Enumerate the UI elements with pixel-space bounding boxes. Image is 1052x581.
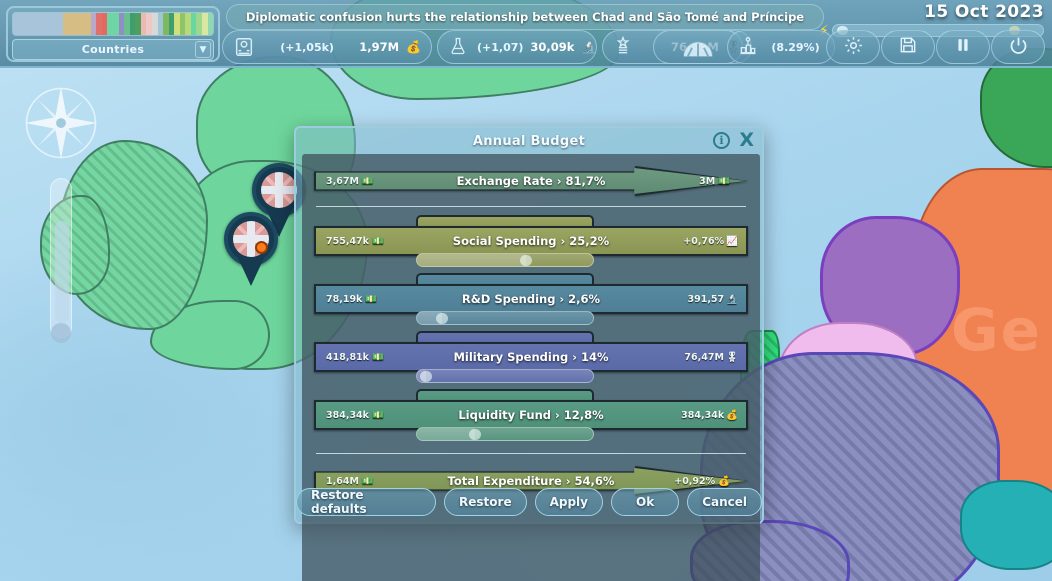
cancel-button[interactable]: Cancel — [687, 488, 762, 516]
thermometer-icon[interactable] — [50, 178, 72, 338]
country-selector[interactable]: Countries ▼ — [6, 6, 220, 62]
country-color-segment — [13, 13, 30, 35]
stat-industry-delta: (8.29%) — [767, 41, 824, 54]
stat-research[interactable]: (+1,07) 30,09k 🔬 — [437, 30, 597, 64]
dialog-title: Annual Budget — [296, 128, 762, 154]
floppy-disk-icon — [898, 35, 918, 59]
row-slider[interactable] — [416, 253, 594, 267]
money-icon: 💰 — [406, 40, 421, 54]
flask-icon — [448, 36, 470, 58]
row-label: R&D Spending › 2,6% — [316, 286, 746, 312]
country-dropdown[interactable]: Countries ▼ — [12, 39, 214, 60]
power-button[interactable] — [991, 30, 1045, 64]
row-label: Social Spending › 25,2% — [316, 228, 746, 254]
stat-population[interactable]: (+1,05k) 1,97M 💰 — [222, 30, 432, 64]
news-ticker[interactable]: Diplomatic confusion hurts the relations… — [226, 4, 824, 30]
apply-button[interactable]: Apply — [535, 488, 603, 516]
country-color-bar[interactable] — [12, 12, 214, 36]
united-kingdom-flag-icon — [261, 172, 297, 208]
budget-row-liquidity-fund[interactable]: 384,34k💵 Liquidity Fund › 12,8% 384,34k💰 — [316, 389, 746, 447]
medal-icon — [613, 36, 635, 58]
row-slider[interactable] — [416, 427, 594, 441]
gauge-icon — [681, 35, 715, 59]
chevron-down-icon[interactable]: ▼ — [195, 41, 211, 58]
row-label: Military Spending › 14% — [316, 344, 746, 370]
map-pin-uk-south[interactable] — [222, 212, 280, 286]
slider-knob[interactable] — [469, 429, 481, 440]
row-right-value: +0,76%📈 — [683, 228, 738, 254]
info-icon[interactable]: i — [713, 132, 730, 149]
stat-population-value: 1,97M — [359, 40, 399, 54]
row-right-value: 76,47M🎖 — [684, 344, 738, 370]
country-color-segment — [46, 13, 63, 35]
game-screen: Ge — [0, 0, 1052, 581]
trend-up-icon: 📈 — [726, 236, 738, 247]
pause-button[interactable] — [936, 30, 990, 64]
news-ticker-text: Diplomatic confusion hurts the relations… — [246, 10, 804, 24]
thermometer-fill — [55, 221, 69, 323]
research-icon: 🔬 — [581, 40, 596, 54]
exchange-label: Exchange Rate › 81,7% — [316, 174, 746, 188]
row-slider[interactable] — [416, 311, 594, 325]
settings-button[interactable] — [826, 30, 880, 64]
slider-knob[interactable] — [520, 255, 532, 266]
gear-icon — [843, 35, 864, 60]
total-label: Total Expenditure › 54,6% — [316, 474, 746, 488]
country-color-segment — [30, 13, 47, 35]
top-toolbar: Countries ▼ Diplomatic confusion hurts t… — [0, 0, 1052, 68]
dialog-body: 3,67M💵 Exchange Rate › 81,7% 3M💵 — [302, 154, 760, 581]
military-icon: 🎖 — [726, 352, 738, 363]
country-color-segment — [208, 13, 214, 35]
ok-button[interactable]: Ok — [611, 488, 679, 516]
pause-icon — [953, 35, 973, 59]
restore-button[interactable]: Restore — [444, 488, 527, 516]
slider-track-fill — [417, 428, 475, 440]
restore-defaults-button[interactable]: Restore defaults — [296, 488, 436, 516]
annual-budget-dialog: Annual Budget i X 3,67M💵 Exchange Rate ›… — [294, 126, 764, 524]
slider-track-fill — [417, 254, 526, 266]
stat-industry[interactable]: (8.29%) — [727, 30, 835, 64]
row-right-value: 384,34k💰 — [681, 402, 738, 428]
budget-row-rd-spending[interactable]: 78,19k💵 R&D Spending › 2,6% 391,57🔬 — [316, 273, 746, 331]
compass-rose-icon — [20, 82, 102, 164]
exchange-rate-row[interactable]: 3,67M💵 Exchange Rate › 81,7% 3M💵 — [302, 154, 760, 194]
slider-knob[interactable] — [436, 313, 448, 324]
industry-icon — [738, 36, 760, 58]
country-color-segment — [63, 13, 77, 35]
slider-knob[interactable] — [420, 371, 432, 382]
country-dropdown-label: Countries — [82, 43, 144, 56]
row-right-value: 391,57🔬 — [687, 286, 738, 312]
money-icon: 💰 — [726, 410, 738, 421]
row-slider[interactable] — [416, 369, 594, 383]
dialog-button-row: Restore defaults Restore Apply Ok Cancel — [296, 488, 762, 516]
map-country-label: Ge — [951, 296, 1042, 364]
population-icon — [233, 36, 255, 58]
save-button[interactable] — [881, 30, 935, 64]
thermometer-bulb — [51, 323, 71, 343]
close-icon[interactable]: X — [739, 129, 754, 151]
power-icon — [1008, 35, 1029, 60]
budget-row-military-spending[interactable]: 418,81k💵 Military Spending › 14% 76,47M🎖 — [316, 331, 746, 389]
budget-row-social-spending[interactable]: 755,47k💵 Social Spending › 25,2% +0,76%📈 — [316, 215, 746, 273]
stat-population-delta: (+1,05k) — [262, 41, 352, 54]
country-color-segment — [77, 13, 91, 35]
stat-research-value: 30,09k — [530, 40, 574, 54]
game-date: 15 Oct 2023 — [924, 2, 1044, 22]
pin-alert-dot — [255, 241, 268, 254]
stat-research-delta: (+1,07) — [477, 41, 523, 54]
pin-tail — [238, 258, 264, 286]
research-icon: 🔬 — [726, 294, 738, 305]
country-switzerland[interactable] — [960, 480, 1052, 570]
